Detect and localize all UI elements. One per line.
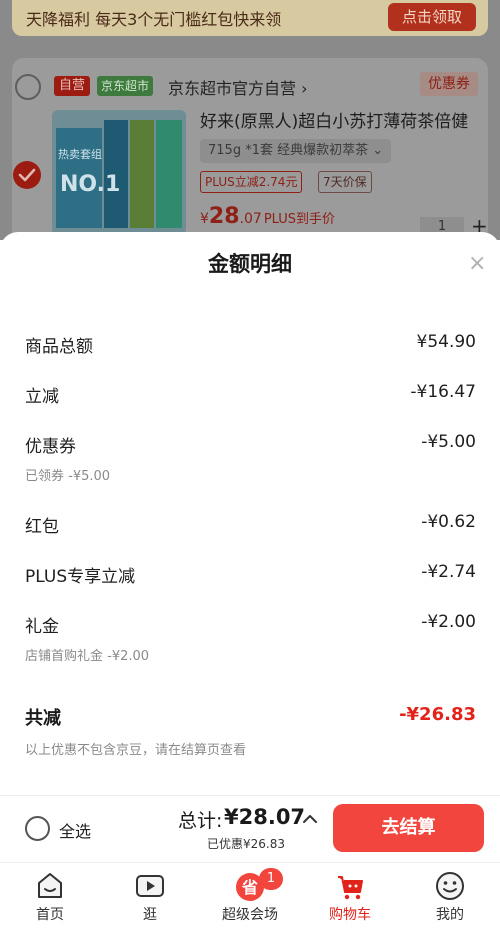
row-value-red-packet: -¥0.62: [421, 512, 476, 532]
item-price: ¥28.07 PLUS到手价: [200, 204, 336, 229]
row-value-gift-money: -¥2.00: [421, 612, 476, 632]
row-label-instant-discount: 立减: [25, 387, 59, 407]
row-label-red-packet: 红包: [25, 517, 59, 537]
row-value-plus-discount: -¥2.74: [421, 562, 476, 582]
tab-profile[interactable]: 我的: [400, 862, 500, 931]
row-label-plus-discount: PLUS专享立减: [25, 567, 136, 587]
row-sub-coupon: 已领券 -¥5.00: [25, 469, 111, 484]
self-operated-tag: 自营: [54, 76, 91, 96]
discount-footnote: 以上优惠不包含京豆，请在结算页查看: [25, 743, 247, 758]
select-all-label[interactable]: 全选: [59, 818, 91, 842]
close-icon[interactable]: ×: [468, 251, 486, 276]
thumbnail-text: 热卖套组: [58, 148, 102, 161]
product-thumbnail[interactable]: 热卖套组 NO.1: [52, 110, 186, 235]
claim-button[interactable]: 点击领取: [387, 3, 476, 31]
sum-label: 总计:: [178, 810, 223, 832]
sum-value: ¥28.07: [224, 805, 306, 829]
price-guarantee-tag: 7天价保: [318, 171, 372, 193]
promo-banner[interactable]: 天降福利 每天3个无门槛红包快来领 点击领取: [12, 0, 488, 36]
thumbnail-tube: [130, 120, 154, 228]
tab-label: 购物车: [329, 907, 371, 923]
promo-banner-text: 天降福利 每天3个无门槛红包快来领: [26, 10, 282, 29]
store-name-link[interactable]: 京东超市官方自营 ›: [168, 75, 308, 99]
jd-supermarket-tag: 京东超市: [97, 76, 154, 96]
plus-discount-tag: PLUS立减2.74元: [200, 171, 303, 193]
row-value-instant-discount: -¥16.47: [410, 382, 476, 402]
tab-cart[interactable]: 购物车: [300, 862, 400, 931]
product-title[interactable]: 好来(原黑人)超白小苏打薄荷茶倍健: [200, 107, 468, 132]
notification-badge: 1: [259, 868, 283, 890]
svg-text:省: 省: [241, 878, 258, 897]
tab-label: 超级会场: [222, 907, 278, 923]
checkout-button[interactable]: 去结算: [333, 804, 484, 852]
row-sub-gift-money: 店铺首购礼金 -¥2.00: [25, 649, 150, 664]
total-discount-value: -¥26.83: [399, 704, 476, 725]
chevron-up-icon[interactable]: [302, 812, 318, 826]
select-all-checkbox[interactable]: [25, 816, 50, 841]
store-checkbox[interactable]: [15, 74, 41, 100]
home-icon: [38, 873, 62, 898]
profile-face-icon: [436, 872, 464, 900]
row-value-coupon: -¥5.00: [421, 432, 476, 452]
tab-label: 首页: [36, 907, 64, 923]
cart-icon: [338, 876, 363, 900]
row-label-total: 商品总额: [25, 337, 93, 357]
thumbnail-text: NO.1: [60, 172, 121, 197]
tab-explore[interactable]: 逛: [100, 862, 200, 931]
item-checkbox-checked[interactable]: [13, 161, 41, 189]
check-icon: [18, 168, 36, 182]
tab-super-venue[interactable]: 省 超级会场: [200, 862, 300, 931]
row-label-gift-money: 礼金: [25, 617, 59, 637]
tab-label: 我的: [436, 907, 464, 923]
thumbnail-tube: [156, 120, 182, 228]
coupon-button[interactable]: 优惠券: [420, 72, 478, 96]
sheet-title: 金额明细: [208, 252, 292, 276]
tab-home[interactable]: 首页: [0, 862, 100, 931]
row-value-total: ¥54.90: [416, 332, 476, 352]
row-label-coupon: 优惠券: [25, 437, 76, 457]
tab-label: 逛: [143, 907, 157, 923]
spec-selector[interactable]: 715g *1套 经典爆款初萃茶 ⌄: [200, 139, 392, 163]
video-play-icon: [136, 875, 164, 897]
total-discount-label: 共减: [25, 708, 61, 729]
saved-amount: 已优惠¥26.83: [207, 837, 285, 851]
